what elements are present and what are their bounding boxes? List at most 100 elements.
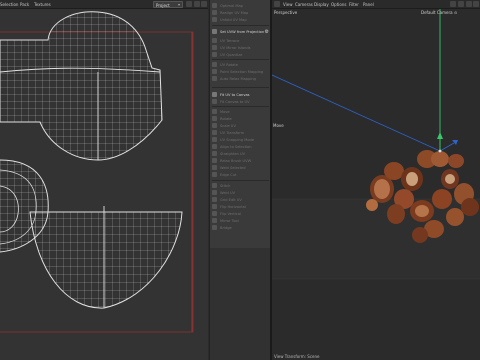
tool-grid-edit-uv[interactable]: Grid Edit UV xyxy=(210,196,271,203)
tool-uv-terrace[interactable]: UV Terrace xyxy=(210,37,271,44)
tool-label: Flip Horizontal xyxy=(220,204,246,209)
relax-icon xyxy=(212,76,217,81)
tool-label: UV Terrace xyxy=(220,38,240,43)
tool-flip-horizontal[interactable]: Flip Horizontal xyxy=(210,203,271,210)
project-select-value: Project xyxy=(156,3,170,8)
viewport-layout-icon[interactable] xyxy=(473,1,479,7)
tool-point-selection-mapping[interactable]: Point Selection Mapping xyxy=(210,68,271,75)
viewport-canvas[interactable] xyxy=(272,9,480,360)
edge-cut-icon xyxy=(212,172,217,177)
tool-uv-transform[interactable]: UV Transform xyxy=(210,129,271,136)
menu-panel[interactable]: Panel xyxy=(363,2,374,7)
brush-icon xyxy=(212,158,217,163)
tool-stitch[interactable]: Stitch xyxy=(210,182,271,189)
point-selection-icon xyxy=(212,69,217,74)
tool-rotate[interactable]: Rotate xyxy=(210,115,271,122)
tool-realign-uv-map[interactable]: Realign UV Map xyxy=(210,9,271,16)
settings-icon[interactable] xyxy=(201,1,207,7)
tool-label: Weld Selected xyxy=(220,165,246,170)
divider xyxy=(212,25,269,26)
viewport-footer: View Transform: Scene xyxy=(272,353,480,360)
menu-display[interactable]: Display xyxy=(314,2,329,7)
menu-cameras[interactable]: Cameras xyxy=(295,2,313,7)
tool-unfold-uv-map[interactable]: Unfold UV Map xyxy=(210,16,271,23)
mirror-tool-icon xyxy=(212,218,217,223)
tool-label: Rotate xyxy=(220,116,232,121)
tool-optimal-map[interactable]: Optimal Map xyxy=(210,2,271,9)
uv-island-top[interactable] xyxy=(0,10,170,170)
tool-label: Move xyxy=(220,109,230,114)
tool-set-uvw-from-projection[interactable]: Set UVW from Projection ⚙ xyxy=(210,28,271,35)
tool-label: Bridge xyxy=(220,225,232,230)
menu-filter[interactable]: Filter xyxy=(349,2,359,7)
viewport-menubar: View Cameras Display Options Filter Pane… xyxy=(272,0,480,9)
tool-weld-selected[interactable]: Weld Selected xyxy=(210,164,271,171)
tool-straighten-uv[interactable]: Straighten UV xyxy=(210,150,271,157)
fit-canvas-icon xyxy=(212,99,217,104)
viewport-menu-icon[interactable] xyxy=(274,1,280,7)
snap-icon[interactable] xyxy=(186,1,192,7)
tool-uv-mirror-islands[interactable]: UV Mirror Islands xyxy=(210,44,271,51)
stitch-icon xyxy=(212,183,217,188)
fit-uv-icon xyxy=(212,92,217,97)
transform-gizmo[interactable] xyxy=(437,132,458,153)
uv-canvas[interactable] xyxy=(0,10,208,360)
tool-align-to-selection[interactable]: Align to Selection xyxy=(210,143,271,150)
tool-label: Set UVW from Projection xyxy=(220,29,265,34)
tool-move[interactable]: Move xyxy=(210,108,271,115)
uv-island-bottom[interactable] xyxy=(28,206,184,310)
weld-uv-icon xyxy=(212,190,217,195)
grid-icon xyxy=(212,197,217,202)
menu-view[interactable]: View xyxy=(283,2,293,7)
menu-selection[interactable]: Selection xyxy=(0,2,18,7)
flip-horizontal-icon xyxy=(212,204,217,209)
snapping-icon xyxy=(212,137,217,142)
viewport-nav-icon[interactable] xyxy=(450,1,456,7)
tool-label: Relax Brush UVW xyxy=(220,158,252,163)
weld-icon xyxy=(212,165,217,170)
divider xyxy=(212,106,269,107)
tool-mirror[interactable]: Mirror Tool xyxy=(210,217,271,224)
grid-icon[interactable] xyxy=(194,1,200,7)
tool-label: Optimal Map xyxy=(220,3,243,8)
tool-edge-cut[interactable]: Edge Cut xyxy=(210,171,271,178)
tool-fit-canvas-to-uv[interactable]: Fit Canvas to UV xyxy=(210,98,271,105)
transform-icon xyxy=(212,130,217,135)
project-select[interactable]: Project ▾ xyxy=(153,1,183,8)
uv-tools-panel: Optimal Map Realign UV Map Unfold UV Map… xyxy=(209,0,270,248)
tool-label: Unfold UV Map xyxy=(220,17,247,22)
menu-pack[interactable]: Pack xyxy=(20,2,29,7)
tool-uv-rotate[interactable]: UV Rotate xyxy=(210,61,271,68)
terrace-icon xyxy=(212,38,217,43)
align-icon xyxy=(212,144,217,149)
uv-editor-menubar: Selection Pack Textures Project ▾ xyxy=(0,0,208,9)
gear-icon[interactable]: ⚙ xyxy=(265,29,269,35)
straighten-icon xyxy=(212,151,217,156)
menu-options[interactable]: Options xyxy=(331,2,346,7)
tool-label: Realign UV Map xyxy=(220,10,249,15)
tool-uv-snapping-mode[interactable]: UV Snapping Mode xyxy=(210,136,271,143)
tool-scale-uv[interactable]: Scale UV xyxy=(210,122,271,129)
tool-bridge[interactable]: Bridge xyxy=(210,224,271,231)
viewport-rotate-icon[interactable] xyxy=(466,1,472,7)
tool-auto-relax-mapping[interactable]: Auto Relax Mapping xyxy=(210,75,271,82)
tool-label: Scale UV xyxy=(220,123,236,128)
menu-textures[interactable]: Textures xyxy=(34,2,51,7)
tool-label: Grid Edit UV xyxy=(220,197,242,202)
active-tool-label: Move xyxy=(273,123,284,128)
camera-selector[interactable]: Default Camera ⊙ xyxy=(421,10,457,15)
tool-label: UV Transform xyxy=(220,130,245,135)
tool-label: Fit Canvas to UV xyxy=(220,99,250,104)
tool-flip-vertical[interactable]: Flip Vertical xyxy=(210,210,271,217)
tool-weld-uv[interactable]: Weld UV xyxy=(210,189,271,196)
scale-icon xyxy=(212,123,217,128)
tool-fit-uv-to-canvas[interactable]: Fit UV to Canvas xyxy=(210,91,271,98)
tool-label: UV Quantize xyxy=(220,52,243,57)
tool-uv-quantize[interactable]: UV Quantize xyxy=(210,51,271,58)
tool-relax-brush-uvw[interactable]: Relax Brush UVW xyxy=(210,157,271,164)
viewport-zoom-icon[interactable] xyxy=(458,1,464,7)
divider xyxy=(212,180,269,181)
tool-label: UV Mirror Islands xyxy=(220,45,251,50)
view-transform-label: View Transform: Scene xyxy=(274,354,320,359)
uv-tools-panel-empty xyxy=(209,248,270,360)
